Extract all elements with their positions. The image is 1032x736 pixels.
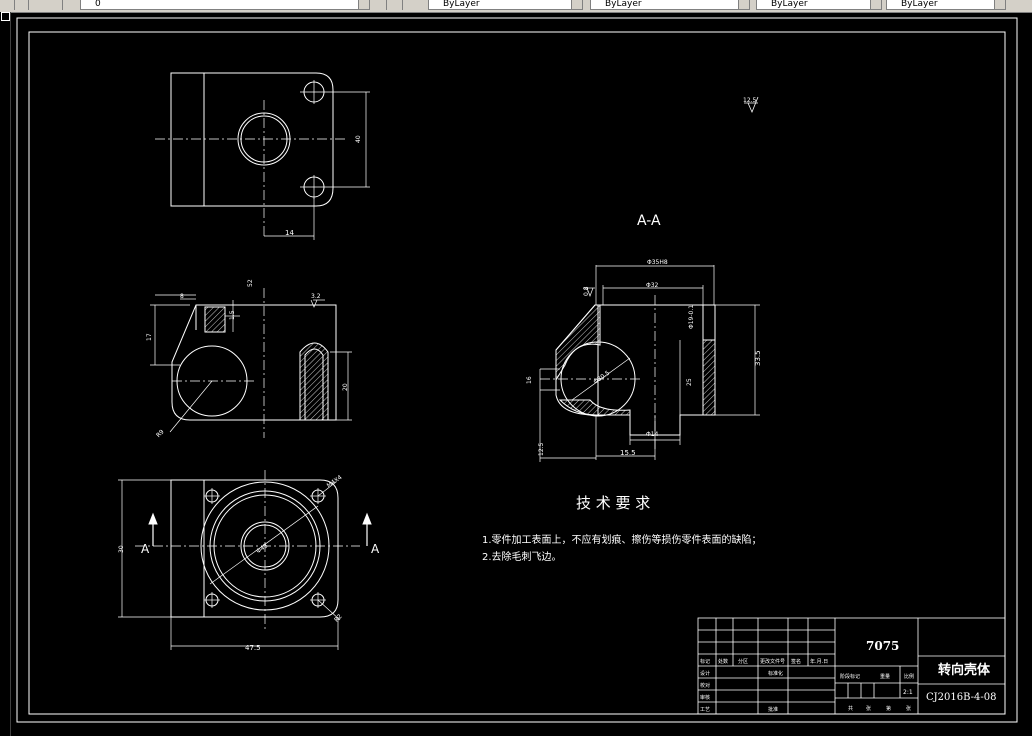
- label-approve: 批准: [768, 706, 778, 713]
- drawing-canvas[interactable]: 40 14 8 52 3.2 17 1.5 20 R9 A-A Φ35H8 Φ3…: [0, 0, 1032, 736]
- stage-label-mark: 阶段标记: [840, 673, 860, 680]
- top-view: [155, 72, 370, 240]
- tech-heading: 技 术 要 求: [576, 494, 650, 512]
- front-dim-hole-depth: 1.5: [229, 310, 236, 320]
- section-dim-roughness: 0.8: [583, 286, 590, 296]
- front-dim-top-width: 8: [180, 293, 184, 300]
- sheet-label-no: 第: [886, 705, 891, 712]
- section-dim-inner-dia: Φ32: [646, 282, 659, 289]
- label-process: 工艺: [700, 707, 710, 713]
- section-title: A-A: [637, 213, 661, 229]
- bottom-dim-r: R2: [333, 613, 344, 624]
- row-label-sign: 签名: [791, 658, 801, 665]
- bottom-dim-thread: M4X4: [326, 474, 344, 490]
- sheet-label-total: 共: [848, 705, 853, 712]
- surface-finish-value: 12.5: [743, 97, 757, 104]
- front-dim-top-depth: 52: [247, 279, 254, 287]
- material-label: 7075: [866, 639, 899, 653]
- front-dim-left-height: 17: [146, 333, 153, 341]
- part-name: 转向壳体: [938, 662, 991, 678]
- section-dim-side: 16: [526, 376, 533, 384]
- section-dim-bottom-width: 15.5: [620, 449, 636, 457]
- row-label-change: 更改文件号: [760, 658, 785, 665]
- sheet-label-unit1: 张: [866, 705, 871, 712]
- scale-value: 2:1: [903, 689, 913, 696]
- outer-frame: [16, 17, 1018, 723]
- inner-frame: [28, 31, 1006, 715]
- bottom-dim-height: 30: [118, 545, 125, 553]
- row-label-mark: 标记: [700, 658, 710, 665]
- drawing-number: CJ2016B-4-08: [926, 692, 997, 703]
- stage-label-scale: 比例: [904, 673, 914, 680]
- section-dim-base: 12.5: [538, 442, 545, 456]
- row-label-date: 年.月.日: [810, 658, 828, 665]
- bottom-dim-circle: Φ43: [255, 542, 269, 555]
- section-dim-outer-dia: Φ35H8: [647, 259, 668, 266]
- section-dim-mid: 25: [686, 378, 693, 386]
- section-dim-bore: Φ19-0.1: [688, 305, 695, 329]
- front-view: [150, 288, 352, 438]
- label-standard: 标准化: [768, 670, 783, 677]
- section-label-left: A: [141, 542, 150, 556]
- front-dim-right-height: 20: [342, 383, 349, 391]
- stage-label-weight: 重量: [880, 673, 890, 680]
- label-check: 校对: [700, 682, 710, 689]
- section-dim-circle: Φ30.5: [592, 369, 611, 385]
- section-label-right: A: [371, 542, 380, 556]
- bottom-dim-width: 47.5: [245, 644, 261, 652]
- row-label-count: 处数: [718, 658, 728, 665]
- row-label-zone: 分区: [738, 658, 748, 665]
- section-dim-total-height: 33.5: [754, 350, 762, 366]
- front-dim-roughness: 3.2: [311, 293, 321, 300]
- tech-item-1: 1.零件加工表面上，不应有划痕、擦伤等损伤零件表面的缺陷；: [482, 533, 762, 546]
- label-review: 审核: [700, 694, 710, 701]
- tech-item-2: 2.去除毛刺飞边。: [482, 550, 562, 563]
- label-design: 设计: [700, 670, 710, 677]
- top-dim-height: 40: [355, 135, 362, 143]
- section-dim-bottom-small: Φ14: [646, 431, 659, 438]
- top-dim-bottom: 14: [285, 229, 294, 237]
- bottom-view: [118, 470, 372, 650]
- sheet-label-unit2: 张: [906, 705, 911, 712]
- front-dim-radius: R9: [155, 428, 166, 439]
